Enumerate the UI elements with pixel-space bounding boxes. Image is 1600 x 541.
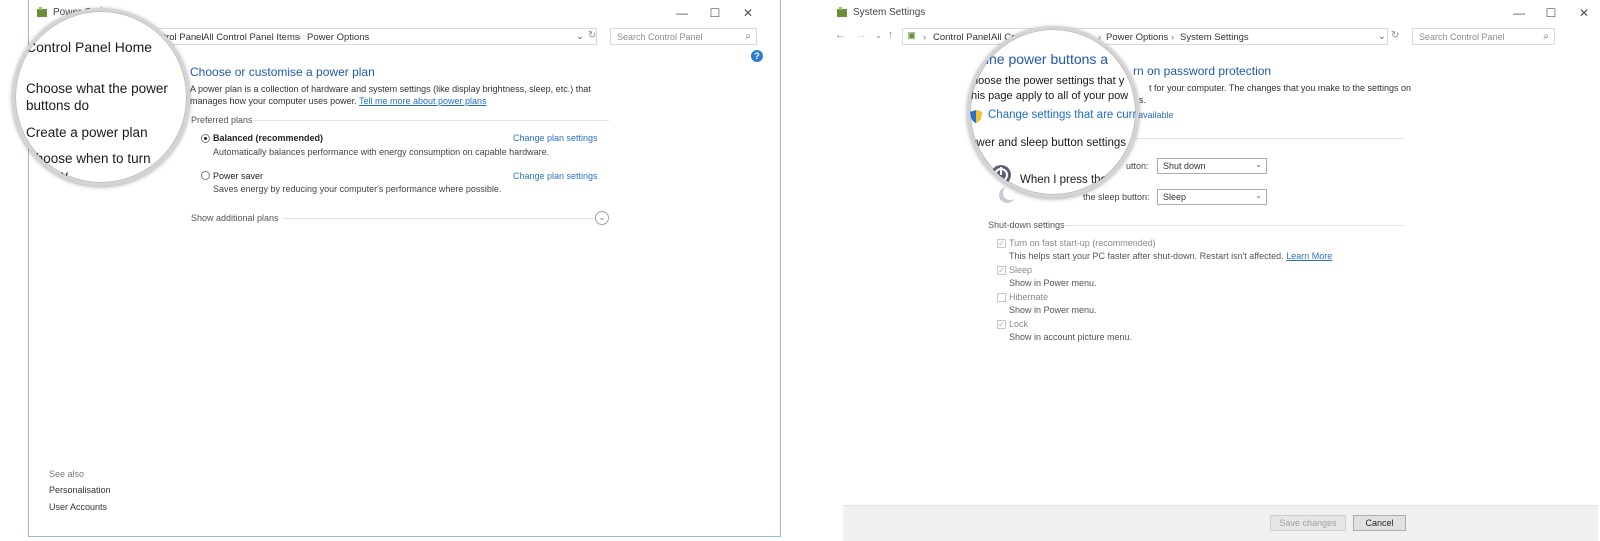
personalisation-link[interactable]: Personalisation [49, 485, 111, 495]
see-also-heading: See also [49, 469, 85, 479]
address-bar[interactable]: Control Panel › All Control Panel Items … [129, 28, 597, 45]
breadcrumb-all-items[interactable]: All Control Panel Items [203, 32, 300, 43]
chevron-down-icon[interactable]: ⌄ [1378, 31, 1386, 42]
chevron-down-icon: ⌄ [1255, 160, 1262, 169]
search-placeholder: Search Control Panel [1419, 32, 1505, 42]
lock-checkbox[interactable]: ✓ [997, 320, 1006, 329]
magnifier-settings: fine power buttons a hoose the power set… [967, 26, 1139, 198]
sleep-label: Sleep [1009, 265, 1033, 275]
system-settings-window: System Settings — ☐ ✕ ← → ⌄ ↑ ▣ › Contro… [835, 0, 1598, 541]
display-link-fragment[interactable]: display [26, 168, 68, 183]
cancel-button[interactable]: Cancel [1353, 515, 1406, 531]
magnifier-sidebar: Control Panel Home Choose what the power… [12, 8, 190, 186]
close-button[interactable]: ✕ [1573, 4, 1595, 22]
power-button-value: Shut down [1163, 161, 1206, 171]
plan-saver-desc: Saves energy by reducing your computer's… [213, 184, 502, 194]
back-arrow-icon[interactable]: ← [835, 29, 846, 41]
choose-power-buttons-link[interactable]: Choose what the power [26, 81, 168, 96]
recent-chevron-icon[interactable]: ⌄ [875, 31, 882, 40]
plan-balanced-name: Balanced (recommended) [213, 133, 324, 143]
divider [1064, 225, 1404, 226]
breadcrumb-control-panel[interactable]: Control Panel [933, 32, 991, 43]
magnified-row-label: When I press the [1020, 174, 1107, 186]
change-settings-tail[interactable]: navailable [1133, 110, 1174, 120]
control-panel-home-link[interactable]: Control Panel Home [26, 39, 152, 55]
intro-tail-1: t for your computer. The changes that yo… [1149, 83, 1411, 93]
forward-arrow-icon[interactable]: → [856, 29, 867, 41]
show-additional-plans[interactable]: Show additional plans [191, 213, 279, 223]
expand-chevron-icon[interactable]: ⌄ [595, 211, 609, 225]
save-changes-button[interactable]: Save changes [1270, 515, 1346, 531]
refresh-icon[interactable]: ↻ [1391, 30, 1399, 41]
lock-desc: Show in account picture menu. [1009, 332, 1133, 342]
hibernate-desc: Show in Power menu. [1009, 305, 1097, 315]
help-icon[interactable]: ? [751, 50, 763, 62]
change-plan-settings-saver[interactable]: Change plan settings [513, 171, 598, 181]
refresh-icon[interactable]: ↻ [588, 30, 596, 41]
intro-tail-2: s. [1139, 95, 1147, 105]
chevron-down-icon[interactable]: ⌄ [576, 31, 584, 42]
fast-startup-desc: This helps start your PC faster after sh… [1009, 251, 1333, 261]
sleep-button-value: Sleep [1163, 192, 1187, 202]
maximize-button[interactable]: ☐ [1540, 4, 1562, 22]
magnified-line2: this page apply to all of your pow [968, 90, 1129, 102]
search-icon: ⌕ [745, 31, 751, 42]
search-input[interactable]: Search Control Panel ⌕ [610, 28, 757, 45]
minimize-button[interactable]: — [1508, 4, 1530, 22]
magnified-heading: fine power buttons a [982, 51, 1109, 67]
magnified-line1: hoose the power settings that y [972, 75, 1125, 87]
fast-startup-label: Turn on fast start-up (recommended) [1009, 238, 1156, 248]
sleep-checkbox[interactable]: ✓ [997, 266, 1006, 275]
sleep-desc: Show in Power menu. [1009, 278, 1097, 288]
power-button-icon [991, 165, 1011, 185]
page-heading: Choose or customise a power plan [190, 65, 375, 79]
minimize-button[interactable]: — [671, 4, 693, 22]
system-settings-icon [837, 7, 847, 17]
power-button-dropdown[interactable]: Shut down ⌄ [1157, 158, 1267, 174]
learn-more-link[interactable]: Learn More [1286, 251, 1332, 261]
preferred-plans-label: Preferred plans [191, 115, 253, 125]
create-power-plan-link[interactable]: Create a power plan [26, 125, 148, 140]
breadcrumb-power-options[interactable]: Power Options [1106, 32, 1168, 43]
change-settings-link[interactable]: Change settings that are curre [988, 109, 1136, 121]
hibernate-checkbox[interactable] [997, 293, 1006, 302]
chevron-down-icon: ⌄ [1255, 191, 1262, 200]
up-arrow-icon[interactable]: ↑ [888, 29, 894, 41]
shutdown-settings-label: Shut-down settings [988, 220, 1065, 230]
maximize-button[interactable]: ☐ [704, 4, 726, 22]
power-options-icon [37, 7, 47, 17]
divider [283, 218, 595, 219]
choose-turn-off-display-link[interactable]: Choose when to turn [26, 151, 151, 166]
window-title: System Settings [853, 7, 926, 18]
footer-bar: Save changes Cancel [843, 505, 1598, 541]
plan-saver-name: Power saver [213, 171, 264, 181]
page-heading-tail: rn on password protection [1133, 64, 1272, 78]
breadcrumb-power-options[interactable]: Power Options [307, 32, 369, 43]
close-button[interactable]: ✕ [737, 4, 759, 22]
plan-balanced-desc: Automatically balances performance with … [213, 147, 550, 157]
breadcrumb-system-settings[interactable]: System Settings [1180, 32, 1249, 43]
lock-label: Lock [1009, 319, 1029, 329]
power-button-label-tail: utton: [1126, 161, 1149, 171]
intro-text: A power plan is a collection of hardware… [190, 84, 591, 106]
change-plan-settings-balanced[interactable]: Change plan settings [513, 133, 598, 143]
shield-icon [970, 110, 982, 123]
search-input[interactable]: Search Control Panel ⌕ [1412, 28, 1555, 45]
sleep-button-dropdown[interactable]: Sleep ⌄ [1157, 189, 1267, 205]
fast-startup-checkbox[interactable]: ✓ [997, 239, 1006, 248]
title-bar: System Settings — ☐ ✕ [837, 0, 1598, 26]
user-accounts-link[interactable]: User Accounts [49, 502, 107, 512]
divider [253, 120, 609, 121]
search-placeholder: Search Control Panel [617, 32, 703, 42]
tell-me-more-link[interactable]: Tell me more about power plans [359, 96, 487, 106]
sleep-button-label-tail: the sleep button: [1083, 192, 1150, 202]
control-panel-icon: ▣ [907, 30, 916, 41]
choose-power-buttons-link-line2[interactable]: buttons do [26, 98, 89, 113]
search-icon: ⌕ [1543, 31, 1549, 42]
address-bar[interactable]: ▣ › Control Panel › All Control Panel It… [902, 28, 1388, 45]
magnified-section-heading: ower and sleep button settings [970, 137, 1126, 149]
power-saver-radio[interactable] [201, 171, 210, 180]
hibernate-label: Hibernate [1009, 292, 1049, 302]
balanced-radio[interactable] [201, 134, 210, 143]
